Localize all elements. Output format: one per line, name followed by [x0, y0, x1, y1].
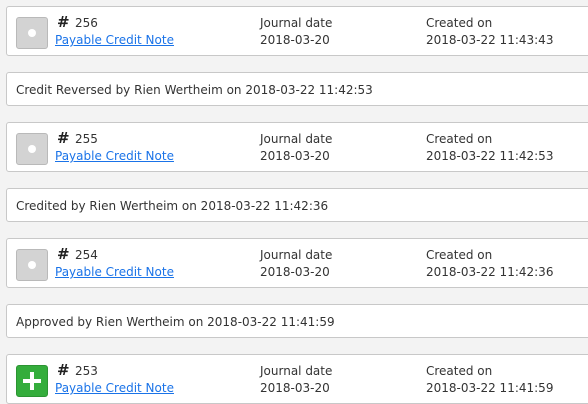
plus-icon[interactable]	[16, 365, 48, 397]
entry-type-link[interactable]: Payable Credit Note	[55, 265, 174, 279]
entry-number: 255	[75, 132, 98, 146]
created-on-label: Created on	[426, 132, 493, 146]
activity-event: Approved by Rien Wertheim on 2018-03-22 …	[6, 304, 588, 338]
created-on-label: Created on	[426, 16, 493, 30]
journal-date-value: 2018-03-20	[260, 265, 330, 279]
circle-icon[interactable]	[16, 249, 48, 281]
journal-entry-card: # 255 Payable Credit Note Journal date 2…	[6, 122, 588, 172]
hash-icon: #	[57, 13, 70, 31]
entry-number: 253	[75, 364, 98, 378]
circle-icon[interactable]	[16, 133, 48, 165]
event-text: Credited by Rien Wertheim on 2018-03-22 …	[16, 199, 329, 213]
journal-date-label: Journal date	[260, 16, 333, 30]
circle-icon[interactable]	[16, 17, 48, 49]
hash-icon: #	[57, 129, 70, 147]
entry-type-link[interactable]: Payable Credit Note	[55, 149, 174, 163]
entry-type-link[interactable]: Payable Credit Note	[55, 381, 174, 395]
journal-entry-card: # 253 Payable Credit Note Journal date 2…	[6, 354, 588, 404]
event-text: Approved by Rien Wertheim on 2018-03-22 …	[16, 315, 335, 329]
activity-event: Credit Reversed by Rien Wertheim on 2018…	[6, 72, 588, 106]
entry-number: 254	[75, 248, 98, 262]
journal-entry-card: # 254 Payable Credit Note Journal date 2…	[6, 238, 588, 288]
journal-entry-card: # 256 Payable Credit Note Journal date 2…	[6, 6, 588, 56]
created-on-value: 2018-03-22 11:42:36	[426, 265, 554, 279]
hash-icon: #	[57, 361, 70, 379]
activity-event: Credited by Rien Wertheim on 2018-03-22 …	[6, 188, 588, 222]
journal-date-label: Journal date	[260, 248, 333, 262]
created-on-label: Created on	[426, 248, 493, 262]
event-text: Credit Reversed by Rien Wertheim on 2018…	[16, 83, 373, 97]
journal-date-value: 2018-03-20	[260, 149, 330, 163]
created-on-value: 2018-03-22 11:41:59	[426, 381, 554, 395]
hash-icon: #	[57, 245, 70, 263]
created-on-value: 2018-03-22 11:42:53	[426, 149, 554, 163]
journal-date-value: 2018-03-20	[260, 33, 330, 47]
entry-type-link[interactable]: Payable Credit Note	[55, 33, 174, 47]
journal-date-label: Journal date	[260, 364, 333, 378]
created-on-label: Created on	[426, 364, 493, 378]
journal-date-label: Journal date	[260, 132, 333, 146]
created-on-value: 2018-03-22 11:43:43	[426, 33, 554, 47]
entry-number: 256	[75, 16, 98, 30]
journal-date-value: 2018-03-20	[260, 381, 330, 395]
